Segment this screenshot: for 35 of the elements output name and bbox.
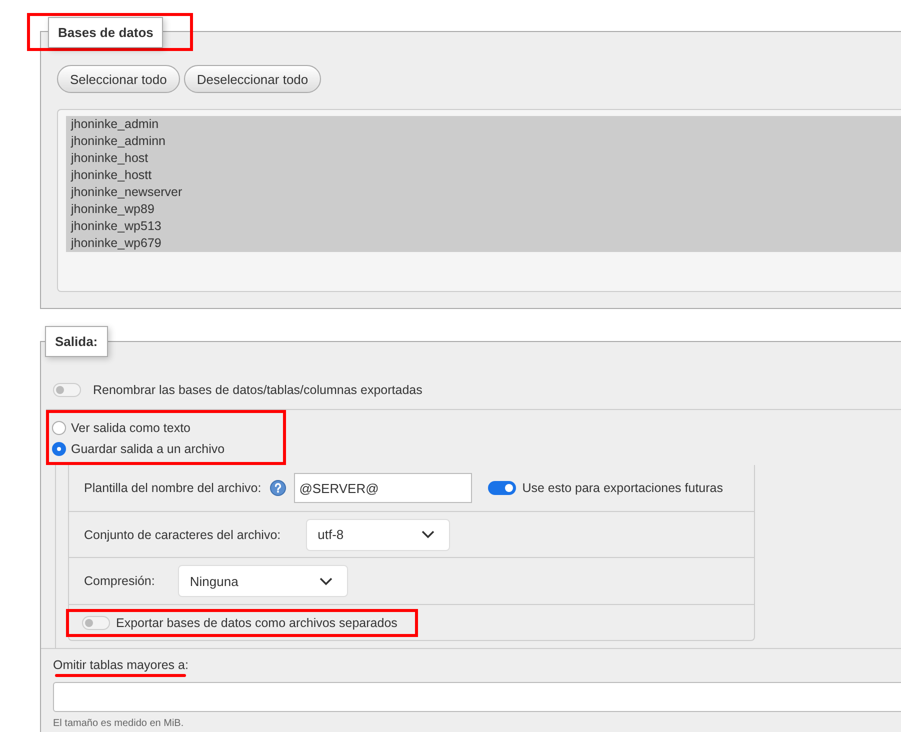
compression-select[interactable]: Ninguna (178, 565, 348, 597)
database-option[interactable]: jhoninke_wp89 (66, 201, 901, 218)
radio-button[interactable] (52, 442, 66, 456)
toggle-label: Renombrar las bases de datos/tablas/columnas exportadas (93, 383, 422, 397)
hint-text: El tamaño es medido en MiB. (53, 718, 185, 729)
radio-button[interactable] (52, 420, 66, 434)
filename-template-field[interactable]: @SERVER@ (294, 473, 472, 503)
toggle-switch[interactable] (488, 481, 516, 495)
select-button[interactable]: Seleccionar todo (57, 65, 180, 93)
select-button[interactable]: Deseleccionar todo (184, 65, 322, 93)
database-option[interactable]: jhoninke_wp513 (66, 218, 901, 235)
toggle-switch[interactable] (82, 616, 110, 630)
section-legend: Bases de datos (48, 17, 164, 48)
field-label: Conjunto de caracteres del archivo: (84, 528, 281, 542)
size-limit-field[interactable] (53, 682, 901, 712)
toggle-label: Exportar bases de datos como archivos separados (116, 616, 398, 630)
database-option[interactable]: jhoninke_newserver (66, 184, 901, 201)
section-legend: Salida: (45, 326, 108, 357)
chevron-down-icon (420, 530, 435, 539)
field-label: Compresión: (84, 574, 155, 588)
charset-select[interactable]: utf-8 (306, 518, 450, 550)
toggle-label: Use esto para exportaciones futuras (522, 481, 723, 495)
database-option[interactable]: jhoninke_adminn (66, 133, 901, 150)
help-icon[interactable] (270, 480, 286, 496)
toggle-switch[interactable] (53, 383, 81, 397)
field-label: Omitir tablas mayores a: (53, 658, 188, 672)
database-option[interactable]: jhoninke_admin (66, 116, 901, 133)
database-option[interactable]: jhoninke_hostt (66, 167, 901, 184)
chevron-down-icon (318, 576, 333, 586)
field-label: Plantilla del nombre del archivo: (84, 481, 262, 495)
database-option[interactable]: jhoninke_wp679 (66, 235, 901, 252)
radio-label: Guardar salida a un archivo (71, 442, 225, 456)
database-option[interactable]: jhoninke_host (66, 150, 901, 167)
radio-label: Ver salida como texto (71, 420, 191, 434)
database-listbox[interactable]: jhoninke_admin jhoninke_adminn jhoninke_host jhoninke_hostt jhoninke_newserver jhoninke_wp89 jhoninke_wp513 jhoninke_wp679 (57, 109, 901, 292)
